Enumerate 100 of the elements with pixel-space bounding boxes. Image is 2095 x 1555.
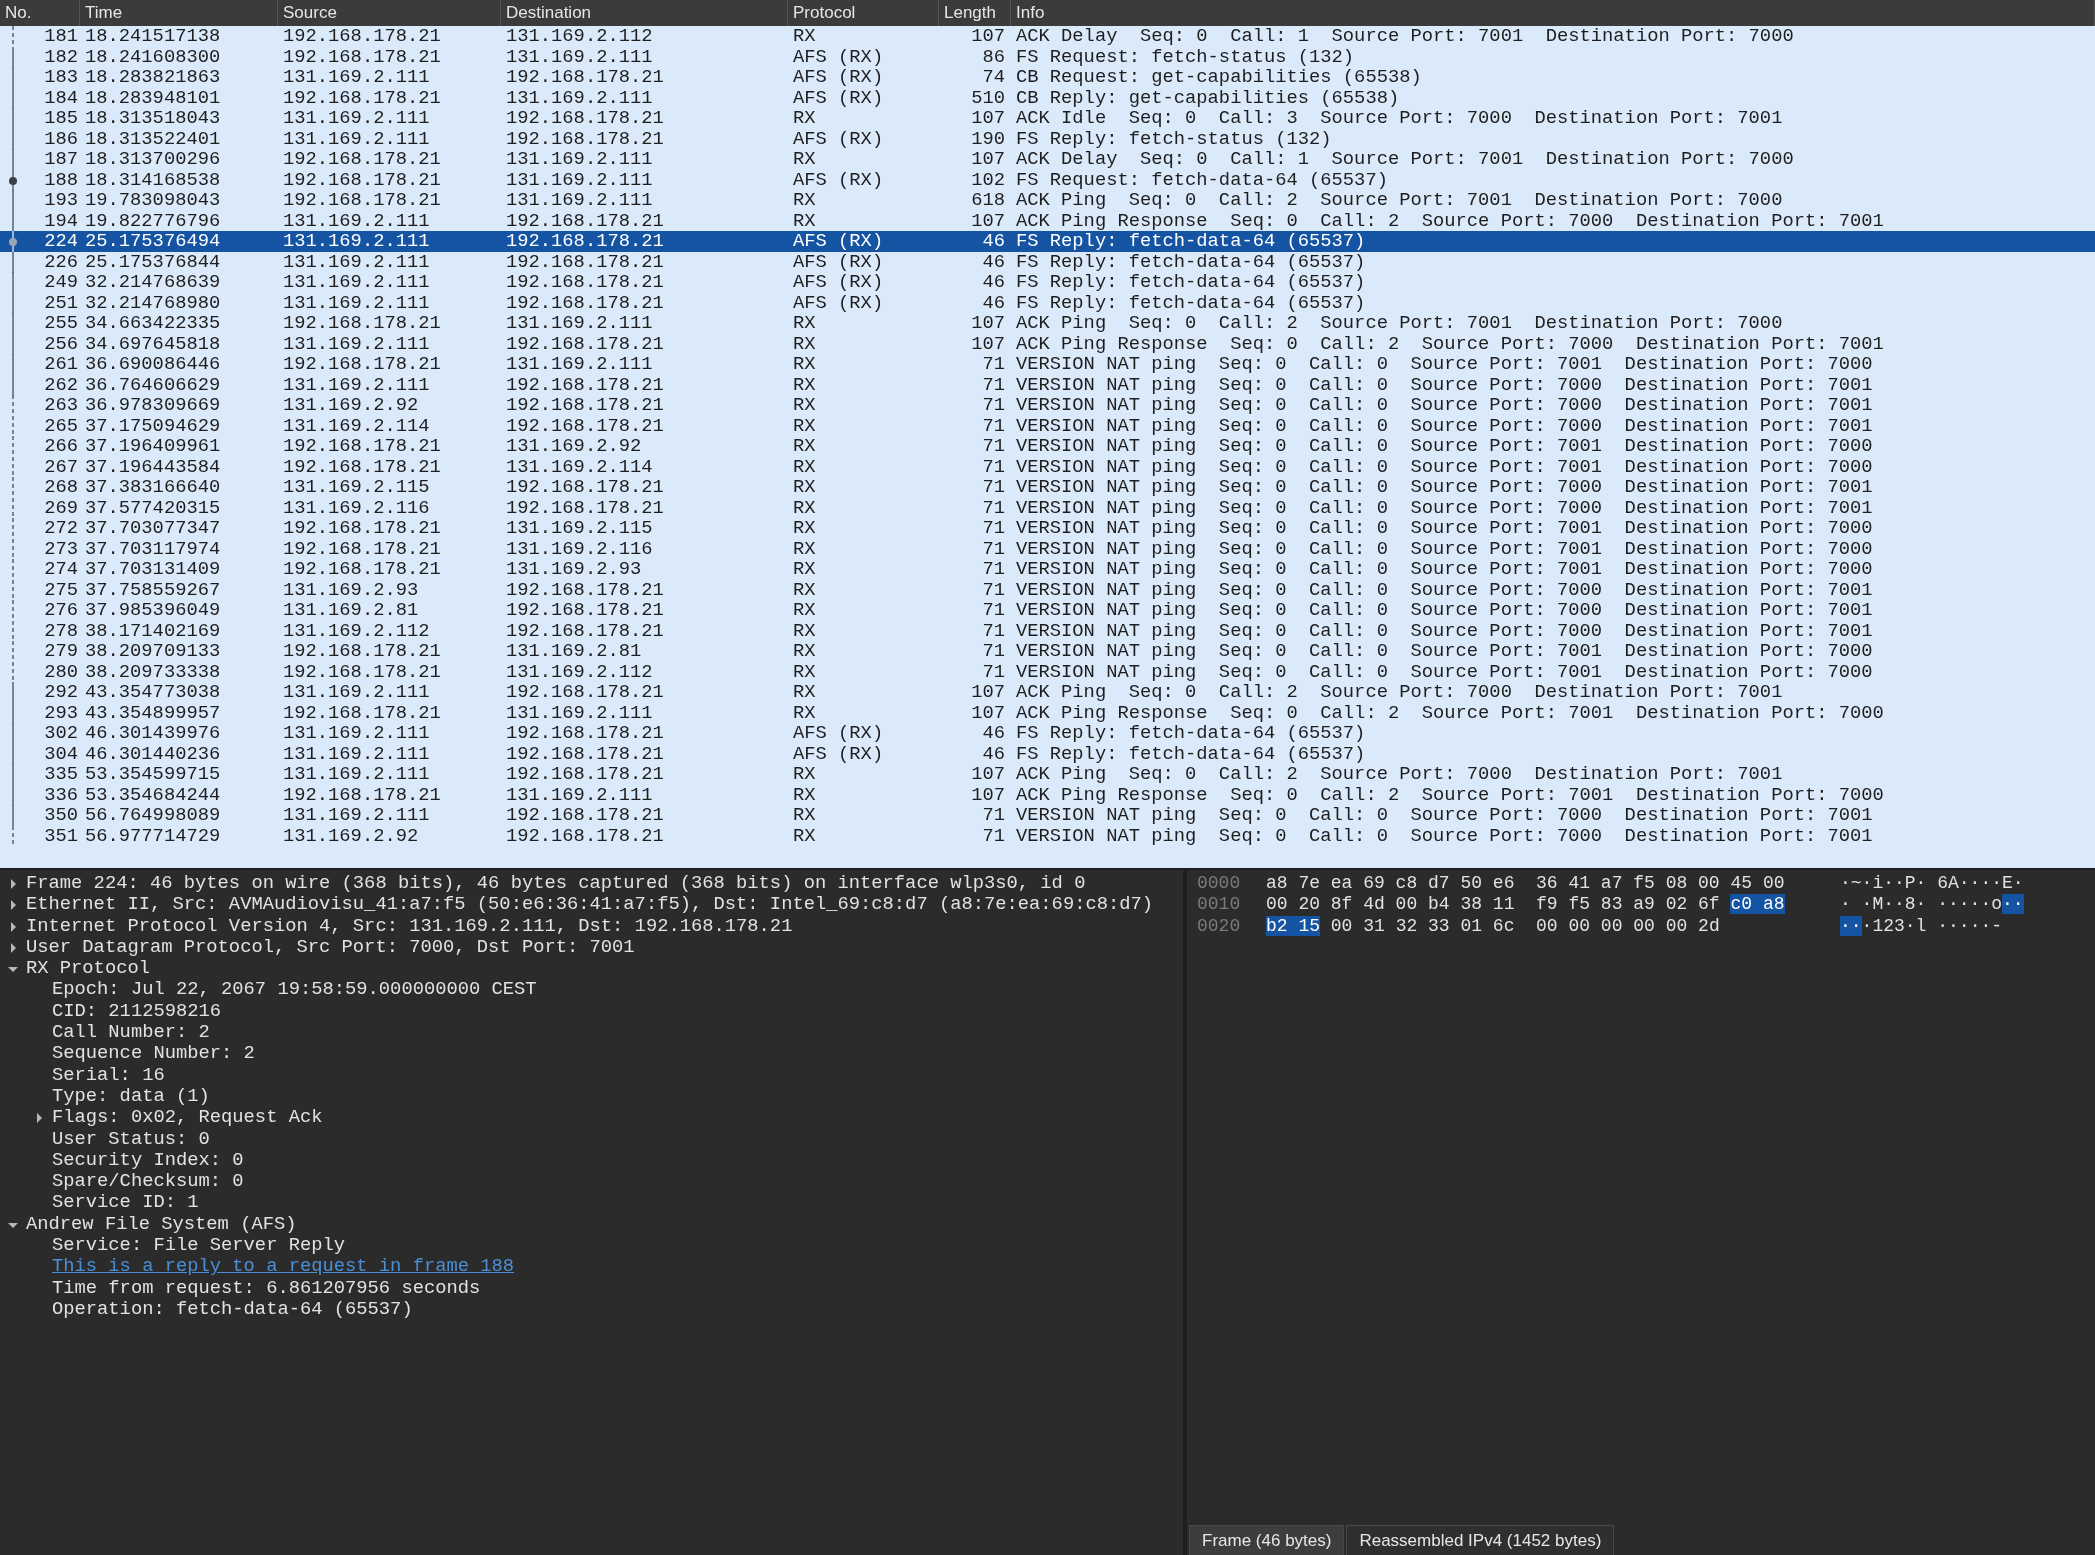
packet-row[interactable]: 194 19.822776796 131.169.2.111 192.168.178.21 RX 107 ACK Ping Response Seq: 0 Call: 2 Source Port: 7000 Destination Port: 7001: [0, 210, 2095, 231]
tree-item[interactable]: User Datagram Protocol, Src Port: 7000, Dst Port: 7001: [26, 936, 635, 959]
hex-bytes[interactable]: b2 15: [1266, 915, 1320, 936]
column-header[interactable]: Length: [939, 0, 1011, 26]
packet-row[interactable]: 279 38.209709133 192.168.178.21 131.169.2.81 RX 71 VERSION NAT ping Seq: 0 Call: 0 Source Port: 7001 Destination Port: 7000: [0, 641, 2095, 662]
tree-item[interactable]: Serial: 16: [52, 1064, 165, 1086]
tree-item[interactable]: Sequence Number: 2: [52, 1043, 255, 1065]
tree-item[interactable]: Frame 224: 46 bytes on wire (368 bits), 46 bytes captured (368 bits) on interface wlp3s0, id 0: [26, 873, 1086, 895]
byte-offset: 0010: [1197, 894, 1242, 916]
ascii-bytes[interactable]: · ·M··8· ·····o: [1840, 894, 2003, 915]
packet-row[interactable]: 184 18.283948101 192.168.178.21 131.169.2.111 AFS (RX) 510 CB Reply: get-capabilities (65538): [0, 87, 2095, 108]
packet-row[interactable]: 272 37.703077347 192.168.178.21 131.169.2.115 RX 71 VERSION NAT ping Seq: 0 Call: 0 Source Port: 7001 Destination Port: 7000: [0, 518, 2095, 539]
column-header[interactable]: Protocol: [788, 0, 939, 26]
table-cell-text: 192.168.178.21: [282, 46, 442, 67]
packet-row[interactable]: 226 25.175376844 131.169.2.111 192.168.178.21 AFS (RX) 46 FS Reply: fetch-data-64 (65537): [0, 251, 2095, 272]
table-cell-text: RX: [792, 436, 817, 457]
packet-row[interactable]: 183 18.283821863 131.169.2.111 192.168.178.21 AFS (RX) 74 CB Request: get-capabilities (65538): [0, 67, 2095, 88]
packet-row[interactable]: 251 32.214768980 131.169.2.111 192.168.178.21 AFS (RX) 46 FS Reply: fetch-data-64 (65537): [0, 292, 2095, 313]
packet-row[interactable]: 336 53.354684244 192.168.178.21 131.169.2.111 RX 107 ACK Ping Response Seq: 0 Call: 2 Source Port: 7001 Destination Port: 7000: [0, 784, 2095, 805]
tree-item[interactable]: Service ID: 1: [52, 1192, 199, 1214]
table-cell: 249: [44, 271, 78, 293]
tree-item[interactable]: Epoch: Jul 22, 2067 19:58:59.000000000 CEST: [52, 979, 537, 1001]
packet-row[interactable]: 193 19.783098043 192.168.178.21 131.169.2.111 RX 618 ACK Ping Seq: 0 Call: 2 Source Port: 7001 Destination Port: 7000: [0, 190, 2095, 211]
packet-row[interactable]: 262 36.764606629 131.169.2.111 192.168.178.21 RX 71 VERSION NAT ping Seq: 0 Call: 0 Source Port: 7000 Destination Port: 7001: [0, 374, 2095, 395]
packet-row[interactable]: 185 18.313518043 131.169.2.111 192.168.178.21 RX 107 ACK Idle Seq: 0 Call: 3 Source Port: 7000 Destination Port: 7001: [0, 108, 2095, 129]
table-cell-text: 71: [981, 579, 1006, 600]
tree-item[interactable]: CID: 2112598216: [52, 1000, 222, 1023]
packet-row[interactable]: 304 46.301440236 131.169.2.111 192.168.178.21 AFS (RX) 46 FS Reply: fetch-data-64 (65537): [0, 743, 2095, 764]
packet-row[interactable]: 265 37.175094629 131.169.2.114 192.168.178.21 RX 71 VERSION NAT ping Seq: 0 Call: 0 Source Port: 7000 Destination Port: 7001: [0, 415, 2095, 436]
tree-item[interactable]: Spare/Checksum: 0: [52, 1171, 244, 1193]
packet-row[interactable]: 261 36.690086446 192.168.178.21 131.169.2.111 RX 71 VERSION NAT ping Seq: 0 Call: 0 Source Port: 7001 Destination Port: 7000: [0, 354, 2095, 375]
column-header[interactable]: Info: [1011, 0, 2095, 26]
packet-row[interactable]: 293 43.354899957 192.168.178.21 131.169.2.111 RX 107 ACK Ping Response Seq: 0 Call: 2 Source Port: 7001 Destination Port: 7000: [0, 702, 2095, 723]
packet-row[interactable]: 267 37.196443584 192.168.178.21 131.169.2.114 RX 71 VERSION NAT ping Seq: 0 Call: 0 Source Port: 7001 Destination Port: 7000: [0, 456, 2095, 477]
table-cell-text: 71: [981, 415, 1006, 436]
byte-tab[interactable]: Frame (46 bytes): [1189, 1525, 1345, 1555]
table-cell-text: 131.169.2.81: [505, 641, 643, 662]
table-cell-text: 192.168.178.21: [282, 518, 442, 539]
table-cell-text: 131.169.2.111: [282, 764, 431, 785]
tree-item[interactable]: Andrew File System (AFS): [26, 1213, 297, 1236]
hex-bytes[interactable]: 00 20 8f 4d 00 b4 38 11 f9 f5 83 a9 02 6f: [1266, 894, 1731, 915]
column-header[interactable]: Source: [278, 0, 501, 26]
packet-row[interactable]: 275 37.758559267 131.169.2.93 192.168.178.21 RX 71 VERSION NAT ping Seq: 0 Call: 0 Source Port: 7000 Destination Port: 7001: [0, 579, 2095, 600]
byte-offset: 0020: [1197, 915, 1242, 937]
tree-item[interactable]: Ethernet II, Src: AVMAudiovisu_41:a7:f5 (50:e6:36:41:a7:f5), Dst: Intel_69:c8:d7 (a8:7e:ea:69:c8:d7): [26, 894, 1154, 916]
ascii-bytes[interactable]: ·~·i··P· 6A····E·: [1840, 873, 2024, 893]
hex-bytes[interactable]: c0 a8: [1730, 894, 1785, 915]
ascii-bytes[interactable]: ··: [1840, 915, 1862, 936]
table-cell-text: VERSION NAT ping Seq: 0 Call: 0 Source Port: 7000 Destination Port: 7001: [1015, 395, 1874, 416]
packet-row[interactable]: 350 56.764998089 131.169.2.111 192.168.178.21 RX 71 VERSION NAT ping Seq: 0 Call: 0 Source Port: 7000 Destination Port: 7001: [0, 805, 2095, 826]
ascii-bytes[interactable]: ·123·l ·····-: [1861, 915, 2003, 936]
packet-row[interactable]: 263 36.978309669 131.169.2.92 192.168.178.21 RX 71 VERSION NAT ping Seq: 0 Call: 0 Source Port: 7000 Destination Port: 7001: [0, 395, 2095, 416]
column-header[interactable]: Time: [80, 0, 278, 26]
packet-row[interactable]: 335 53.354599715 131.169.2.111 192.168.178.21 RX 107 ACK Ping Seq: 0 Call: 2 Source Port: 7000 Destination Port: 7001: [0, 764, 2095, 785]
packet-row[interactable]: 249 32.214768639 131.169.2.111 192.168.178.21 AFS (RX) 46 FS Reply: fetch-data-64 (65537): [0, 272, 2095, 293]
tree-item[interactable]: Internet Protocol Version 4, Src: 131.169.2.111, Dst: 192.168.178.21: [26, 915, 793, 937]
packet-row[interactable]: 224 25.175376494 131.169.2.111 192.168.178.21 AFS (RX) 46 FS Reply: fetch-data-64 (65537): [0, 231, 2095, 252]
frame-link[interactable]: This is a reply to a request in frame 188: [52, 1256, 515, 1278]
byte-tab[interactable]: Reassembled IPv4 (1452 bytes): [1346, 1525, 1615, 1555]
ascii-bytes[interactable]: ··: [2002, 894, 2024, 915]
tree-item[interactable]: Call Number: 2: [52, 1022, 210, 1044]
packet-row[interactable]: 266 37.196409961 192.168.178.21 131.169.2.92 RX 71 VERSION NAT ping Seq: 0 Call: 0 Source Port: 7001 Destination Port: 7000: [0, 436, 2095, 457]
tree-item[interactable]: Flags: 0x02, Request Ack: [52, 1107, 323, 1129]
table-cell-text: RX: [792, 518, 817, 539]
tree-item[interactable]: RX Protocol: [26, 958, 150, 980]
tree-item[interactable]: Time from request: 6.861207956 seconds: [52, 1277, 481, 1299]
packet-row[interactable]: 274 37.703131409 192.168.178.21 131.169.2.93 RX 71 VERSION NAT ping Seq: 0 Call: 0 Source Port: 7001 Destination Port: 7000: [0, 559, 2095, 580]
packet-row[interactable]: 187 18.313700296 192.168.178.21 131.169.2.111 RX 107 ACK Delay Seq: 0 Call: 1 Source Port: 7001 Destination Port: 7000: [0, 149, 2095, 170]
packet-row[interactable]: 273 37.703117974 192.168.178.21 131.169.2.116 RX 71 VERSION NAT ping Seq: 0 Call: 0 Source Port: 7001 Destination Port: 7000: [0, 538, 2095, 559]
table-cell-text: 192.168.178.21: [282, 149, 442, 170]
packet-row[interactable]: 280 38.209733338 192.168.178.21 131.169.2.112 RX 71 VERSION NAT ping Seq: 0 Call: 0 Source Port: 7001 Destination Port: 7000: [0, 661, 2095, 682]
packet-row[interactable]: 278 38.171402169 131.169.2.112 192.168.178.21 RX 71 VERSION NAT ping Seq: 0 Call: 0 Source Port: 7000 Destination Port: 7001: [0, 620, 2095, 641]
tree-item[interactable]: User Status: 0: [52, 1128, 210, 1150]
packet-row[interactable]: 302 46.301439976 131.169.2.111 192.168.178.21 AFS (RX) 46 FS Reply: fetch-data-64 (65537): [0, 723, 2095, 744]
tree-item[interactable]: Type: data (1): [52, 1085, 210, 1108]
packet-row[interactable]: 268 37.383166640 131.169.2.115 192.168.178.21 RX 71 VERSION NAT ping Seq: 0 Call: 0 Source Port: 7000 Destination Port: 7001: [0, 477, 2095, 498]
tree-item[interactable]: Service: File Server Reply: [52, 1235, 346, 1257]
column-header[interactable]: No.: [0, 0, 80, 26]
table-cell: 263: [44, 394, 78, 416]
table-cell-text: VERSION NAT ping Seq: 0 Call: 0 Source Port: 7001 Destination Port: 7000: [1015, 661, 1874, 682]
packet-row[interactable]: 256 34.697645818 131.169.2.111 192.168.178.21 RX 107 ACK Ping Response Seq: 0 Call: 2 Source Port: 7000 Destination Port: 7001: [0, 333, 2095, 354]
table-cell: 265: [44, 414, 78, 437]
packet-row[interactable]: 181 18.241517138 192.168.178.21 131.169.2.112 RX 107 ACK Delay Seq: 0 Call: 1 Source Port: 7001 Destination Port: 7000: [0, 26, 2095, 47]
packet-row[interactable]: 276 37.985396049 131.169.2.81 192.168.178.21 RX 71 VERSION NAT ping Seq: 0 Call: 0 Source Port: 7000 Destination Port: 7001: [0, 600, 2095, 621]
packet-row[interactable]: 188 18.314168538 192.168.178.21 131.169.2.111 AFS (RX) 102 FS Request: fetch-data-64 (65537): [0, 169, 2095, 190]
packet-row[interactable]: 292 43.354773038 131.169.2.111 192.168.178.21 RX 107 ACK Ping Seq: 0 Call: 2 Source Port: 7000 Destination Port: 7001: [0, 682, 2095, 703]
packet-row[interactable]: 351 56.977714729 131.169.2.92 192.168.178.21 RX 71 VERSION NAT ping Seq: 0 Call: 0 Source Port: 7000 Destination Port: 7001: [0, 825, 2095, 846]
hex-bytes[interactable]: a8 7e ea 69 c8 d7 50 e6 36 41 a7 f5 08 00 45 00: [1266, 873, 1785, 893]
tree-item[interactable]: Security Index: 0: [52, 1149, 244, 1172]
table-cell-text: 71: [981, 436, 1006, 457]
packet-row[interactable]: 269 37.577420315 131.169.2.116 192.168.178.21 RX 71 VERSION NAT ping Seq: 0 Call: 0 Source Port: 7000 Destination Port: 7001: [0, 497, 2095, 518]
packet-row[interactable]: 182 18.241608300 192.168.178.21 131.169.2.111 AFS (RX) 86 FS Request: fetch-status (132): [0, 46, 2095, 67]
hex-bytes[interactable]: 00 31 32 33 01 6c 00 00 00 00 00 2d: [1320, 915, 1720, 936]
packet-row[interactable]: 255 34.663422335 192.168.178.21 131.169.2.111 RX 107 ACK Ping Seq: 0 Call: 2 Source Port: 7001 Destination Port: 7000: [0, 313, 2095, 334]
tree-item[interactable]: Operation: fetch-data-64 (65537): [52, 1298, 413, 1321]
packet-row[interactable]: 186 18.313522401 131.169.2.111 192.168.178.21 AFS (RX) 190 FS Reply: fetch-status (132): [0, 128, 2095, 149]
table-cell-text: RX: [792, 497, 817, 518]
column-header[interactable]: Destination: [501, 0, 788, 26]
table-cell-text: 37.703131409: [84, 559, 222, 580]
table-cell-text: 131.169.2.111: [505, 354, 654, 375]
